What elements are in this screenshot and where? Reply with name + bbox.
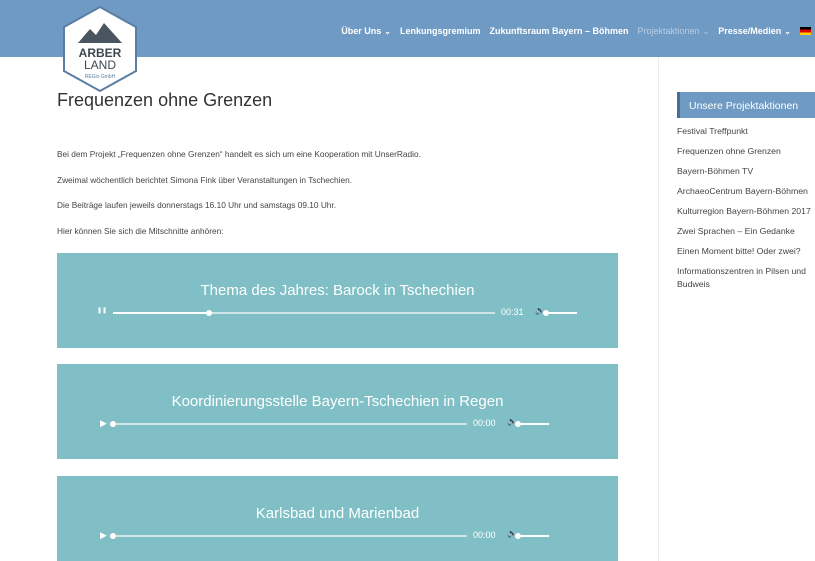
intro-paragraph-4: Hier können Sie sich die Mitschnitte anh… — [57, 226, 224, 236]
play-icon[interactable]: ▶ — [100, 418, 107, 429]
time-display: 00:00 — [473, 418, 496, 428]
sidebar-list: Festival Treffpunkt Frequenzen ohne Grenz… — [677, 125, 815, 298]
chevron-down-icon: ⌄ — [384, 26, 391, 36]
volume-slider[interactable] — [521, 423, 549, 425]
audio-player-title: Thema des Jahres: Barock in Tschechien — [200, 282, 475, 299]
audio-controls: ▶ 00:00 🔈 — [57, 417, 618, 431]
pause-icon[interactable]: ❚❚ — [97, 307, 107, 314]
nav-item-3[interactable]: Projektaktionen ⌄ — [638, 26, 710, 36]
progress-handle[interactable] — [110, 421, 116, 427]
audio-player: Karlsbad und Marienbad ▶ 00:00 🔈 — [57, 476, 618, 561]
main-nav: Über Uns ⌄ Lenkungsgremium Zukunftsraum Bay… — [332, 26, 811, 36]
sidebar-link[interactable]: Zwei Sprachen – Ein Gedanke — [677, 225, 815, 238]
audio-controls: ▶ 00:00 🔈 — [57, 529, 618, 543]
audio-player-title: Koordinierungsstelle Bayern-Tschechien i… — [171, 393, 504, 410]
volume-handle[interactable] — [515, 533, 521, 539]
sidebar-link[interactable]: Informationszentren in Pilsen und Budwei… — [677, 265, 815, 291]
time-display: 00:00 — [473, 530, 496, 540]
intro-paragraph-1: Bei dem Projekt „Frequenzen ohne Grenzen… — [57, 149, 421, 159]
nav-item-label: Über Uns — [341, 26, 382, 36]
page-title: Frequenzen ohne Grenzen — [57, 90, 273, 110]
progress-handle[interactable] — [110, 533, 116, 539]
audio-player: Koordinierungsstelle Bayern-Tschechien i… — [57, 364, 618, 459]
nav-item-label: Projektaktionen — [637, 26, 700, 36]
volume-handle[interactable] — [515, 421, 521, 427]
progress-track[interactable] — [110, 421, 467, 427]
nav-item-4[interactable]: Presse/Medien ⌄ — [718, 26, 791, 36]
sidebar-divider — [658, 57, 659, 561]
logo-text-3: REGio GmbH — [85, 74, 116, 80]
volume-handle[interactable] — [543, 310, 549, 316]
progress-fill — [113, 312, 209, 314]
sidebar-link[interactable]: ArchaeoCentrum Bayern-Böhmen — [677, 185, 815, 198]
time-display: 00:31 — [501, 307, 524, 317]
sidebar-link[interactable]: Bayern-Böhmen TV — [677, 165, 815, 178]
volume-slider[interactable] — [521, 535, 549, 537]
intro-paragraph-2: Zweimal wöchentlich berichtet Simona Fin… — [57, 175, 353, 185]
sidebar-link[interactable]: Frequenzen ohne Grenzen — [677, 145, 815, 158]
progress-handle[interactable] — [205, 310, 212, 316]
nav-item-1[interactable]: Lenkungsgremium — [400, 26, 481, 36]
nav-item-label: Zukunftsraum Bayern – Böhmen — [489, 26, 629, 36]
site-logo[interactable]: ARBER LAND REGio GmbH — [60, 5, 140, 93]
progress-track[interactable] — [110, 533, 467, 539]
sidebar-link[interactable]: Einen Moment bitte! Oder zwei? — [677, 245, 815, 258]
logo-text-2: LAND — [84, 58, 116, 72]
nav-item-0[interactable]: Über Uns ⌄ — [341, 26, 391, 36]
volume-slider[interactable] — [549, 312, 577, 314]
play-icon[interactable]: ▶ — [100, 530, 107, 541]
sidebar-link[interactable]: Festival Treffpunkt — [677, 125, 815, 138]
sidebar-heading: Unsere Projektaktionen — [677, 92, 815, 118]
nav-item-2[interactable]: Zukunftsraum Bayern – Böhmen — [489, 26, 628, 36]
sidebar-link[interactable]: Kulturregion Bayern-Böhmen 2017 — [677, 205, 815, 218]
german-flag-icon[interactable] — [800, 27, 811, 35]
chevron-down-icon: ⌄ — [784, 26, 791, 36]
progress-track[interactable] — [113, 310, 495, 316]
audio-controls: ❚❚ 00:31 🔈 — [57, 306, 618, 320]
intro-paragraph-3: Die Beiträge laufen jeweils donnerstags … — [57, 200, 337, 210]
nav-item-label: Lenkungsgremium — [399, 26, 481, 36]
nav-item-label: Presse/Medien — [718, 26, 782, 36]
audio-player: Thema des Jahres: Barock in Tschechien ❚❚… — [57, 253, 618, 348]
chevron-down-icon: ⌄ — [702, 26, 710, 36]
audio-player-title: Karlsbad und Marienbad — [255, 505, 420, 522]
